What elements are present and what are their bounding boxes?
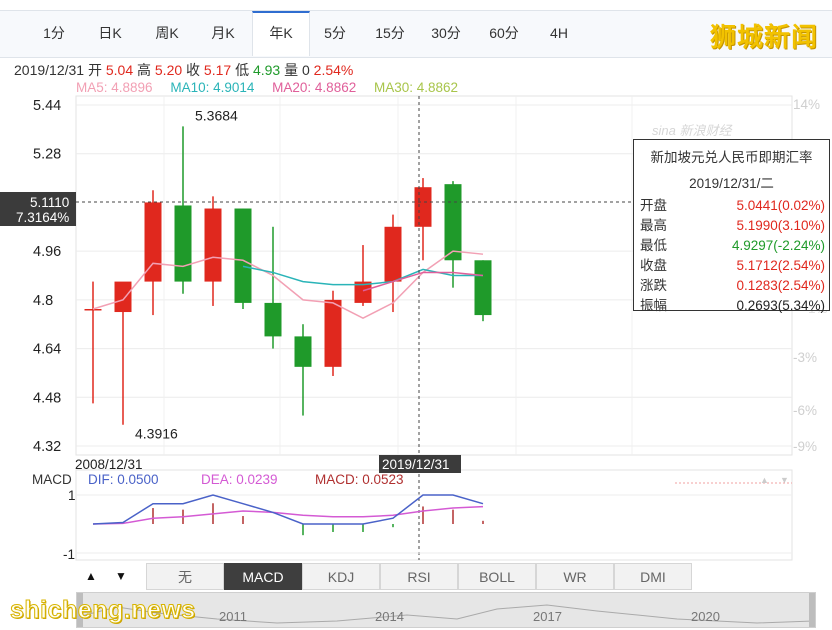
candle-body	[234, 208, 252, 303]
tooltip-row: 涨跌 0.1283(2.54%)	[634, 276, 829, 296]
tooltip-date: 2019/12/31/二	[689, 176, 774, 191]
tooltip-row: 收盘 5.1712(2.54%)	[634, 256, 829, 276]
macd-dea-label: DEA: 0.0239	[201, 472, 278, 487]
macd-arrow-icon: ▲	[760, 475, 769, 485]
pct-tick-label: -3%	[793, 350, 817, 365]
site-watermark: shicheng.news	[10, 596, 196, 625]
nav-year-2011: 2011	[219, 609, 247, 624]
indicator-tab-boll[interactable]: BOLL	[458, 563, 536, 590]
macd-dif-label: DIF: 0.0500	[88, 472, 159, 487]
macd-dea-line	[92, 505, 484, 525]
y-tick-label: 4.48	[33, 390, 61, 406]
tooltip-row-value: 0.1283(2.54%)	[736, 278, 825, 293]
indicator-tab-bar: ▲ ▼ 无 MACD KDJ RSI BOLL WR DMI	[76, 563, 696, 590]
indicator-tab-wr[interactable]: WR	[536, 563, 614, 590]
candle-body	[444, 184, 462, 261]
candle-body	[294, 336, 312, 367]
scroll-up-arrow-icon[interactable]: ▲	[76, 563, 106, 590]
tooltip-row-label: 开盘	[640, 198, 667, 213]
macd-dif-line	[92, 494, 484, 525]
tooltip-row-label: 振幅	[640, 298, 667, 313]
y-tick-label: 5.44	[33, 98, 61, 114]
navigator-right-handle[interactable]	[809, 593, 815, 627]
y-tick-label: 4.32	[33, 439, 61, 455]
candle-body	[414, 187, 432, 227]
candle-body	[114, 281, 132, 313]
pct-tick-label: 14%	[793, 97, 820, 112]
nav-year-2017: 2017	[533, 609, 562, 624]
x-start-label: 2008/12/31	[75, 457, 143, 472]
tooltip-row: 开盘 5.0441(0.02%)	[634, 196, 829, 216]
candle-body	[384, 226, 402, 282]
tooltip-row-value: 4.9297(-2.24%)	[731, 238, 825, 253]
indicator-tab-dmi[interactable]: DMI	[614, 563, 692, 590]
x-cursor-label: 2019/12/31	[382, 457, 450, 472]
indicator-tab-rsi[interactable]: RSI	[380, 563, 458, 590]
candle-body	[324, 299, 342, 367]
nav-year-2020: 2020	[691, 609, 720, 624]
tooltip-row: 最低 4.9297(-2.24%)	[634, 236, 829, 256]
crosshair-price-label: 5.1110	[30, 195, 69, 210]
tooltip-row-value: 5.1990(3.10%)	[736, 218, 825, 233]
y-tick-label: 5.28	[33, 147, 61, 163]
candle-body	[174, 205, 192, 282]
max-price-label: 5.3684	[195, 107, 238, 123]
pct-tick-label: -9%	[793, 439, 817, 454]
candle-body	[474, 260, 492, 316]
nav-year-2014: 2014	[375, 609, 404, 624]
candle-body	[264, 302, 282, 337]
crosshair-pct-label: 7.3164%	[16, 210, 69, 225]
tooltip-row: 最高 5.1990(3.10%)	[634, 216, 829, 236]
tooltip-rows: 开盘 5.0441(0.02%) 最高 5.1990(3.10%) 最低 4.9297(-…	[634, 196, 829, 316]
macd-value-label: MACD: 0.0523	[315, 472, 404, 487]
min-price-label: 4.3916	[135, 426, 178, 442]
macd-arrow-icon: ▼	[780, 475, 789, 485]
pct-tick-label: -6%	[793, 403, 817, 418]
candle-body	[84, 308, 102, 311]
tooltip-row-label: 最高	[640, 218, 667, 233]
macd-title: MACD	[32, 472, 72, 487]
indicator-tab-none[interactable]: 无	[146, 563, 224, 590]
tooltip-row: 振幅 0.2693(5.34%)	[634, 296, 829, 316]
indicator-tab-kdj[interactable]: KDJ	[302, 563, 380, 590]
tooltip-row-label: 最低	[640, 238, 667, 253]
indicator-tab-macd[interactable]: MACD	[224, 563, 302, 590]
tooltip-row-value: 0.2693(5.34%)	[736, 298, 825, 313]
tooltip-row-value: 5.0441(0.02%)	[736, 198, 825, 213]
tooltip-row-label: 涨跌	[640, 278, 667, 293]
macd-y-tick: 1	[68, 488, 76, 503]
scroll-down-arrow-icon[interactable]: ▼	[106, 563, 136, 590]
macd-y-tick: -1	[63, 547, 75, 562]
tooltip-row-label: 收盘	[640, 258, 667, 273]
price-tooltip: 新加坡元兑人民币即期汇率 2019/12/31/二 开盘 5.0441(0.02%…	[633, 139, 830, 313]
y-tick-label: 4.64	[33, 342, 61, 358]
tooltip-row-value: 5.1712(2.54%)	[736, 258, 825, 273]
y-tick-label: 4.8	[33, 293, 53, 309]
y-tick-label: 4.96	[33, 244, 61, 260]
tooltip-title: 新加坡元兑人民币即期汇率	[650, 150, 813, 165]
candle-body	[204, 208, 222, 282]
